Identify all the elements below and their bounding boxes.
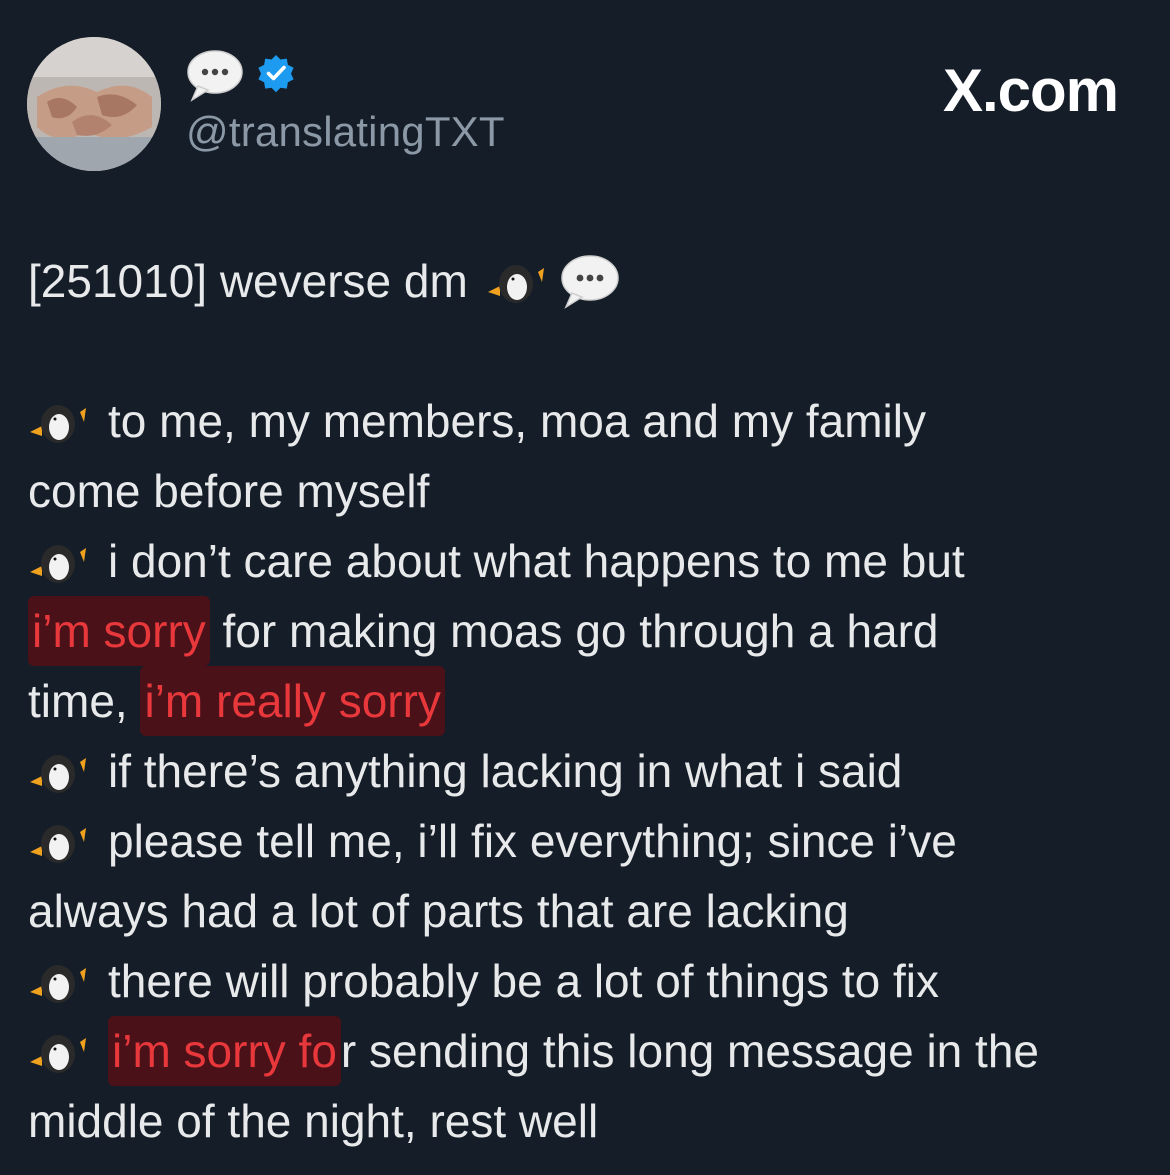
- tweet-line: always had a lot of parts that are lacki…: [28, 876, 1148, 946]
- tweet-line: time, i’m really sorry: [28, 666, 1148, 736]
- tweet-line-text: please tell me, i’ll fix everything; sin…: [108, 815, 957, 867]
- highlighted-text: i’m sorry fo: [108, 1016, 341, 1086]
- tweet-line-text: there will probably be a lot of things t…: [108, 955, 940, 1007]
- verified-badge-icon: [256, 53, 296, 98]
- watermark-text: X.com: [942, 57, 1119, 124]
- tweet-lines: to me, my members, moa and my family come…: [28, 386, 1148, 1156]
- display-name-row[interactable]: [186, 48, 296, 102]
- tweet-line-text: to me, my members, moa and my family: [108, 395, 926, 447]
- tweet-line-text: middle of the night, rest well: [28, 1095, 599, 1147]
- penguin-icon: [28, 538, 90, 584]
- tweet-title: [251010] weverse dm: [28, 255, 468, 307]
- speech-bubble-icon: [558, 253, 620, 309]
- tweet-line-text: always had a lot of parts that are lacki…: [28, 885, 849, 937]
- tweet-title-line: [251010] weverse dm: [28, 246, 1148, 316]
- speech-bubble-icon: [186, 48, 244, 102]
- penguin-icon: [28, 1028, 90, 1074]
- tweet-line-text: come before myself: [28, 465, 430, 517]
- tweet-line-text: i don’t care about what happens to me bu…: [108, 535, 965, 587]
- tweet-line: please tell me, i’ll fix everything; sin…: [28, 806, 1148, 876]
- tweet-line-text: if there’s anything lacking in what i sa…: [108, 745, 903, 797]
- tweet-line: to me, my members, moa and my family: [28, 386, 1148, 456]
- tweet-line: there will probably be a lot of things t…: [28, 946, 1148, 1016]
- tweet-line: middle of the night, rest well: [28, 1086, 1148, 1156]
- highlighted-text: i’m sorry: [28, 596, 210, 666]
- tweet-line: come before myself: [28, 456, 1148, 526]
- penguin-icon: [28, 818, 90, 864]
- x-watermark: X.com: [942, 56, 1119, 125]
- penguin-icon: [28, 748, 90, 794]
- user-handle[interactable]: @translatingTXT: [186, 108, 505, 156]
- penguin-icon: [28, 958, 90, 1004]
- tweet-line-text: r sending this long message in the: [340, 1025, 1039, 1077]
- avatar[interactable]: [27, 37, 161, 171]
- tweet-line-text: for making moas go through a hard: [209, 605, 939, 657]
- penguin-icon: [486, 258, 548, 304]
- tweet-line: i’m sorry fo r sending this long message …: [28, 1016, 1148, 1086]
- penguin-icon: [28, 398, 90, 444]
- tweet-line: i’m sorry for making moas go through a h…: [28, 596, 1148, 666]
- tweet-line-text: time,: [28, 675, 141, 727]
- tweet-text: [251010] weverse dm to me, my members, m…: [28, 246, 1148, 1156]
- tweet-spacer: [28, 316, 1148, 386]
- highlighted-text: i’m really sorry: [140, 666, 445, 736]
- tweet-line: i don’t care about what happens to me bu…: [28, 526, 1148, 596]
- tweet-line: if there’s anything lacking in what i sa…: [28, 736, 1148, 806]
